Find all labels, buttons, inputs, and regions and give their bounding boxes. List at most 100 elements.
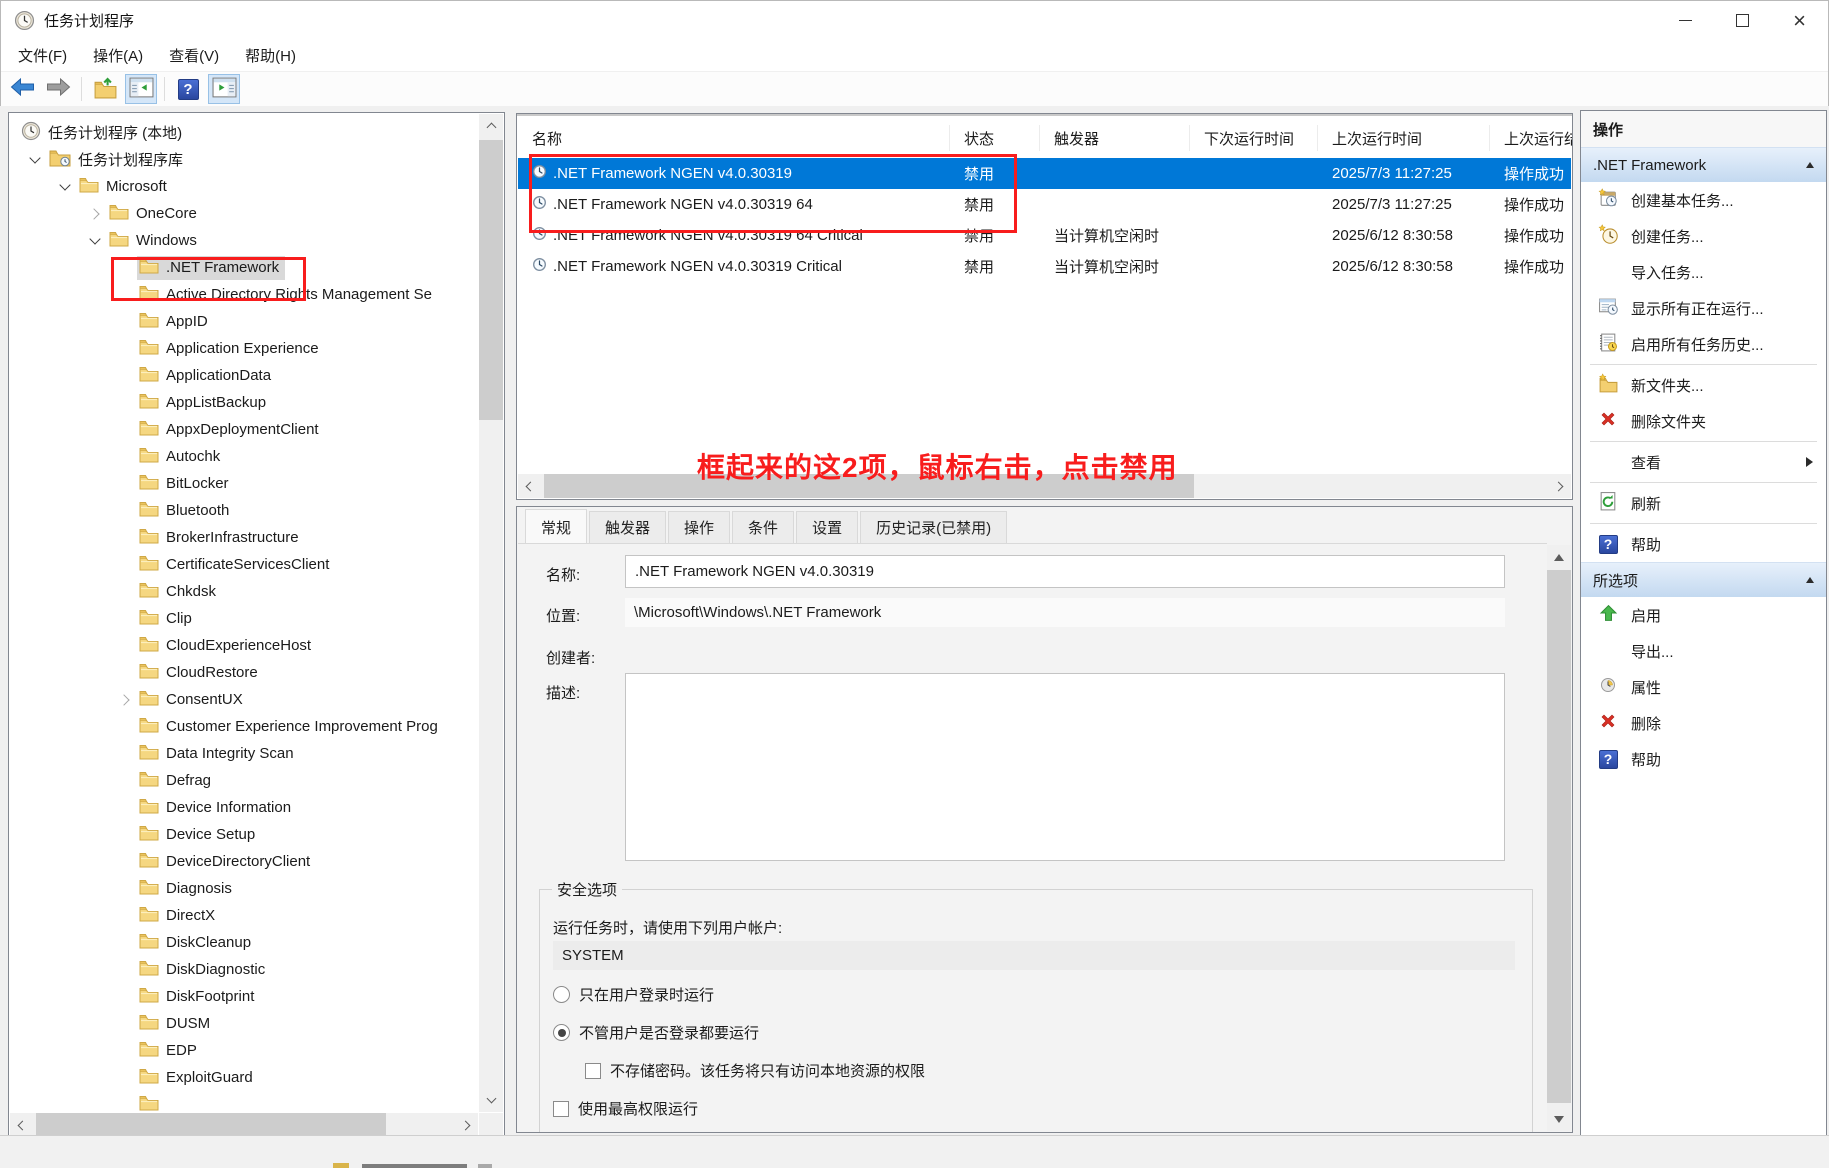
task-row[interactable]: .NET Framework NGEN v4.0.30319 Critical禁… bbox=[518, 251, 1571, 282]
action-item-创建任务[interactable]: 创建任务... bbox=[1581, 218, 1826, 254]
action-item-帮助[interactable]: ?帮助 bbox=[1581, 526, 1826, 562]
tree-item-diskcleanup[interactable]: DiskCleanup bbox=[9, 929, 479, 956]
tree-item-cloudrestore[interactable]: CloudRestore bbox=[9, 659, 479, 686]
column-header-4[interactable]: 上次运行时间 bbox=[1318, 125, 1490, 151]
action-item-导出[interactable]: 导出... bbox=[1581, 633, 1826, 669]
tree-item-certificateservicesclient[interactable]: CertificateServicesClient bbox=[9, 551, 479, 578]
task-row[interactable]: .NET Framework NGEN v4.0.30319 64禁用2025/… bbox=[518, 189, 1571, 220]
menu-view[interactable]: 查看(V) bbox=[156, 40, 232, 71]
tree-item-customer-experience-improvement-prog[interactable]: Customer Experience Improvement Prog bbox=[9, 713, 479, 740]
back-button[interactable] bbox=[6, 74, 38, 104]
scroll-right-icon[interactable] bbox=[1547, 474, 1571, 498]
menu-action[interactable]: 操作(A) bbox=[80, 40, 156, 71]
scroll-left-icon[interactable] bbox=[10, 1113, 34, 1137]
tab-条件[interactable]: 条件 bbox=[732, 511, 794, 543]
tree-item-bluetooth[interactable]: Bluetooth bbox=[9, 497, 479, 524]
action-item-查看[interactable]: 查看 bbox=[1581, 444, 1826, 480]
task-row[interactable]: .NET Framework NGEN v4.0.30319 64 Critic… bbox=[518, 220, 1571, 251]
tab-设置[interactable]: 设置 bbox=[796, 511, 858, 543]
tree-item-microsoft[interactable]: Microsoft bbox=[9, 173, 479, 200]
scroll-left-icon[interactable] bbox=[518, 474, 542, 498]
action-item-删除文件夹[interactable]: 删除文件夹 bbox=[1581, 403, 1826, 439]
task-description-field[interactable] bbox=[625, 673, 1505, 861]
tab-操作[interactable]: 操作 bbox=[668, 511, 730, 543]
tree-item-windows[interactable]: Windows bbox=[9, 227, 479, 254]
tree-item-net-framework[interactable]: .NET Framework bbox=[9, 254, 479, 281]
tree-item-chkdsk[interactable]: Chkdsk bbox=[9, 578, 479, 605]
menu-help[interactable]: 帮助(H) bbox=[232, 40, 309, 71]
tab-常规[interactable]: 常规 bbox=[525, 509, 587, 543]
console-tree-toggle-button[interactable] bbox=[125, 74, 157, 104]
tree-item-onecore[interactable]: OneCore bbox=[9, 200, 479, 227]
tree-item-consentux[interactable]: ConsentUX bbox=[9, 686, 479, 713]
column-header-2[interactable]: 触发器 bbox=[1040, 125, 1190, 151]
tree-item-application-experience[interactable]: Application Experience bbox=[9, 335, 479, 362]
action-pane-toggle-button[interactable] bbox=[208, 74, 240, 104]
tree-item-任务计划程序库[interactable]: 任务计划程序库 bbox=[9, 146, 479, 173]
collapse-icon[interactable] bbox=[1806, 577, 1814, 583]
tab-触发器[interactable]: 触发器 bbox=[589, 511, 666, 543]
tree-item-active-directory-rights-management-se[interactable]: Active Directory Rights Management Se bbox=[9, 281, 479, 308]
scroll-right-icon[interactable] bbox=[454, 1113, 478, 1137]
tree-item-appid[interactable]: AppID bbox=[9, 308, 479, 335]
tree-item[interactable] bbox=[9, 1091, 479, 1112]
action-item-启用所有任务历史[interactable]: 启用所有任务历史... bbox=[1581, 326, 1826, 362]
forward-button[interactable] bbox=[42, 74, 74, 104]
tree-item-dusm[interactable]: DUSM bbox=[9, 1010, 479, 1037]
minimize-button[interactable] bbox=[1657, 1, 1714, 40]
action-item-属性[interactable]: 属性 bbox=[1581, 669, 1826, 705]
show-in-folder-button[interactable] bbox=[89, 74, 121, 104]
tree-vertical-scrollbar[interactable] bbox=[479, 114, 503, 1112]
scroll-down-icon[interactable] bbox=[479, 1088, 503, 1112]
scrollbar-thumb[interactable] bbox=[36, 1113, 386, 1137]
tree-item-data-integrity-scan[interactable]: Data Integrity Scan bbox=[9, 740, 479, 767]
radio-run-when-logged-on[interactable]: 只在用户登录时运行 bbox=[553, 984, 714, 1005]
tree-item-device-information[interactable]: Device Information bbox=[9, 794, 479, 821]
task-name-field[interactable]: .NET Framework NGEN v4.0.30319 bbox=[625, 555, 1505, 588]
tree-horizontal-scrollbar[interactable] bbox=[10, 1113, 478, 1137]
checkbox-run-highest-privileges[interactable]: 使用最高权限运行 bbox=[553, 1098, 698, 1119]
checkbox-do-not-store-password[interactable]: 不存储密码。该任务将只有访问本地资源的权限 bbox=[585, 1060, 925, 1081]
action-item-帮助[interactable]: ?帮助 bbox=[1581, 741, 1826, 777]
tree-item-diagnosis[interactable]: Diagnosis bbox=[9, 875, 479, 902]
detail-vertical-scrollbar[interactable] bbox=[1547, 545, 1571, 1131]
action-item-新文件夹[interactable]: 新文件夹... bbox=[1581, 367, 1826, 403]
column-header-5[interactable]: 上次运行结果 bbox=[1490, 125, 1573, 151]
tree-item-clip[interactable]: Clip bbox=[9, 605, 479, 632]
action-group-header[interactable]: 所选项 bbox=[1581, 562, 1826, 597]
chevron-down-icon[interactable] bbox=[53, 184, 77, 189]
chevron-down-icon[interactable] bbox=[23, 157, 47, 162]
tree-item-diskdiagnostic[interactable]: DiskDiagnostic bbox=[9, 956, 479, 983]
tree-item-edp[interactable]: EDP bbox=[9, 1037, 479, 1064]
action-item-导入任务[interactable]: 导入任务... bbox=[1581, 254, 1826, 290]
chevron-right-icon[interactable] bbox=[83, 210, 107, 218]
tree-item-diskfootprint[interactable]: DiskFootprint bbox=[9, 983, 479, 1010]
scrollbar-thumb[interactable] bbox=[479, 140, 503, 420]
action-item-启用[interactable]: 启用 bbox=[1581, 597, 1826, 633]
action-item-显示所有正在运行[interactable]: 显示所有正在运行... bbox=[1581, 290, 1826, 326]
column-header-1[interactable]: 状态 bbox=[950, 125, 1040, 151]
tree-item-exploitguard[interactable]: ExploitGuard bbox=[9, 1064, 479, 1091]
tree-item-cloudexperiencehost[interactable]: CloudExperienceHost bbox=[9, 632, 479, 659]
chevron-right-icon[interactable] bbox=[113, 696, 137, 704]
maximize-button[interactable] bbox=[1714, 1, 1771, 40]
tree-item-applicationdata[interactable]: ApplicationData bbox=[9, 362, 479, 389]
scroll-up-icon[interactable] bbox=[1547, 545, 1571, 569]
tree-item-autochk[interactable]: Autochk bbox=[9, 443, 479, 470]
action-item-刷新[interactable]: 刷新 bbox=[1581, 485, 1826, 521]
chevron-down-icon[interactable] bbox=[83, 238, 107, 243]
tab-历史记录(已禁用)[interactable]: 历史记录(已禁用) bbox=[860, 511, 1007, 543]
tree-item-bitlocker[interactable]: BitLocker bbox=[9, 470, 479, 497]
radio-run-whether-logged-on[interactable]: 不管用户是否登录都要运行 bbox=[553, 1022, 759, 1043]
tree-item-devicedirectoryclient[interactable]: DeviceDirectoryClient bbox=[9, 848, 479, 875]
close-button[interactable]: × bbox=[1771, 1, 1828, 40]
task-row[interactable]: .NET Framework NGEN v4.0.30319禁用2025/7/3… bbox=[518, 158, 1571, 189]
help-button[interactable]: ? bbox=[172, 74, 204, 104]
action-item-创建基本任务[interactable]: 创建基本任务... bbox=[1581, 182, 1826, 218]
scrollbar-thumb[interactable] bbox=[1547, 570, 1571, 1103]
title-bar[interactable]: 任务计划程序 × bbox=[1, 1, 1828, 40]
tree-item-device-setup[interactable]: Device Setup bbox=[9, 821, 479, 848]
collapse-icon[interactable] bbox=[1806, 162, 1814, 168]
tree-item-directx[interactable]: DirectX bbox=[9, 902, 479, 929]
tree-item-appxdeploymentclient[interactable]: AppxDeploymentClient bbox=[9, 416, 479, 443]
